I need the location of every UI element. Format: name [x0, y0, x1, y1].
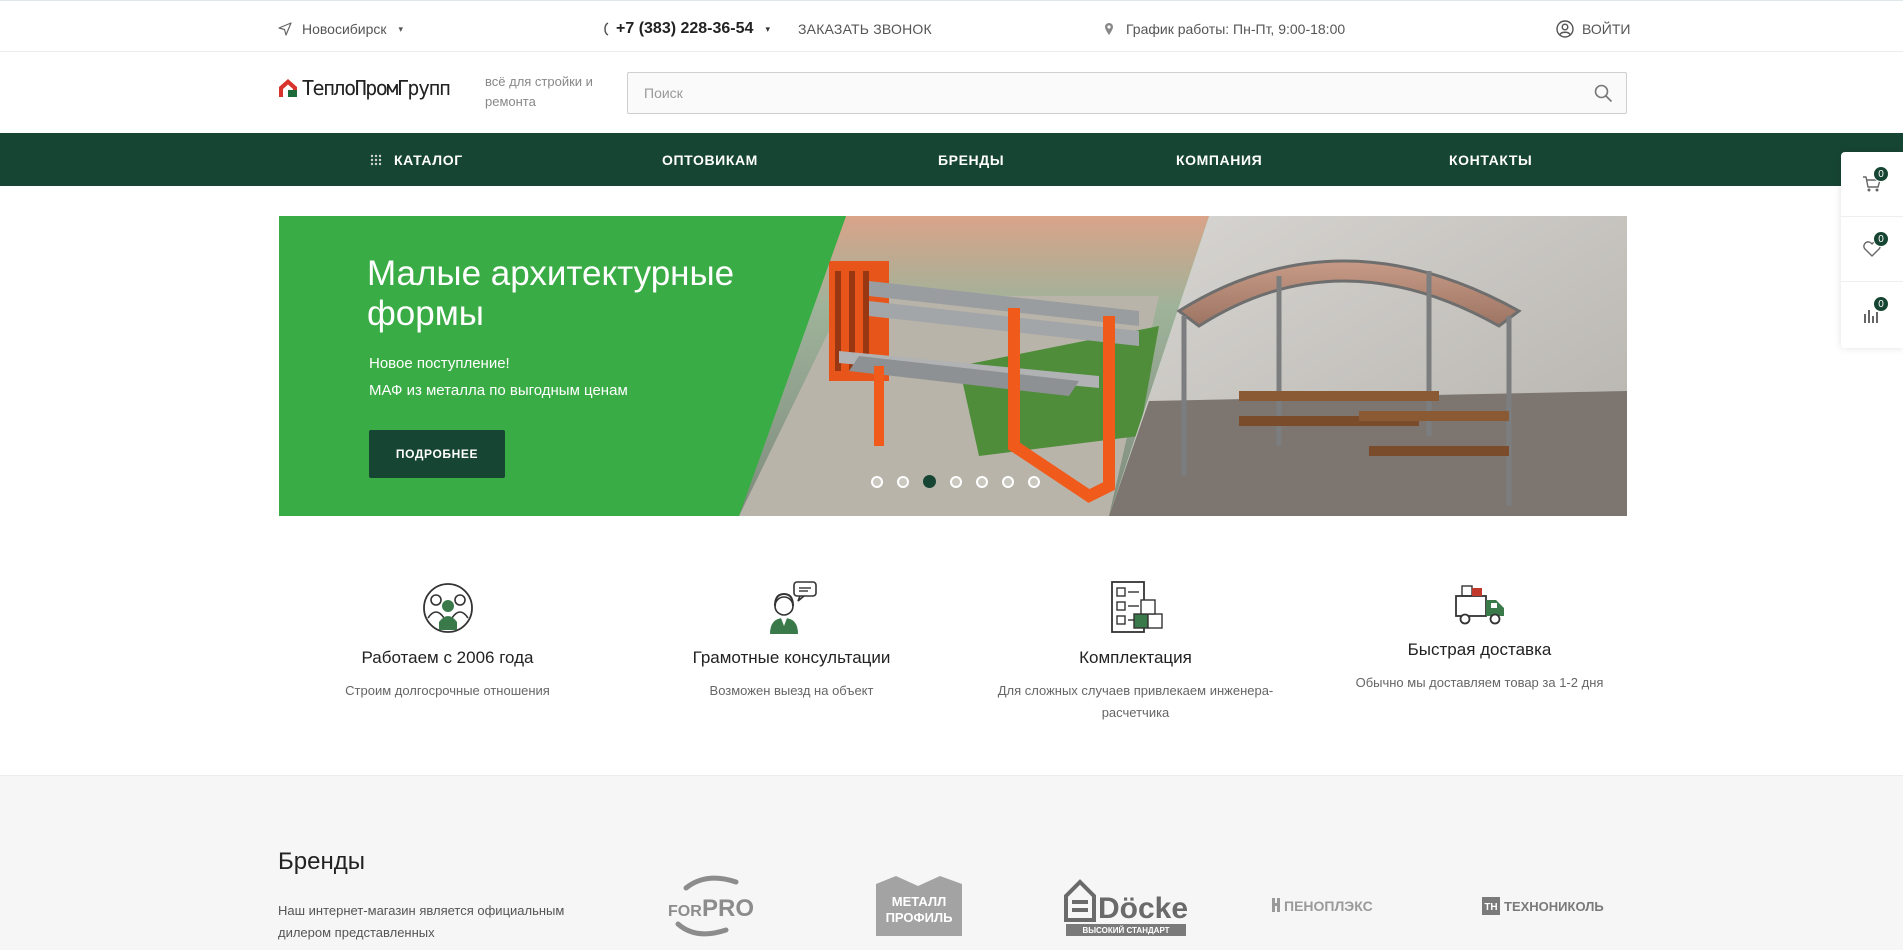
banner-line-1: Новое поступление!	[369, 355, 510, 372]
hero-banner[interactable]: Малые архитектурные формы Новое поступле…	[279, 216, 1627, 516]
slider-dot[interactable]	[976, 475, 988, 488]
phone-block[interactable]: +7 (383) 228-36-54 ▾	[602, 6, 770, 52]
search-icon[interactable]	[1594, 84, 1612, 102]
city-selector[interactable]: Новосибирск ▾	[278, 6, 403, 52]
nav-brands[interactable]: БРЕНДЫ	[938, 133, 1004, 186]
page: Новосибирск ▾ +7 (383) 228-36-54 ▾ ЗАКАЗ…	[0, 0, 1903, 950]
slider-dot[interactable]	[923, 475, 936, 488]
brands-section: Бренды Наш интернет-магазин является офи…	[0, 775, 1903, 950]
favorites-count-badge: 0	[1873, 231, 1889, 247]
tn-wordmark: ТЕХНОНИКОЛЬ	[1504, 899, 1604, 914]
location-arrow-icon	[278, 22, 292, 36]
brands-text: Наш интернет-магазин является официальны…	[278, 903, 565, 940]
feature-experience: Работаем с 2006 года Строим долгосрочные…	[279, 580, 616, 702]
penoplex-logo: ПЕНОПЛЭКС	[1272, 898, 1373, 914]
city-name: Новосибирск	[302, 21, 387, 37]
main-nav: КАТАЛОГ ОПТОВИКАМ БРЕНДЫ КОМПАНИЯ КОНТАК…	[0, 133, 1903, 186]
logo-text: ТеплоПромГрупп	[302, 76, 451, 100]
nav-wholesale[interactable]: ОПТОВИКАМ	[662, 133, 758, 186]
forpro-logo: FOR PRO	[668, 875, 754, 937]
team-icon	[422, 583, 473, 633]
grid-dots-icon	[370, 154, 382, 165]
banner-line-2: МАФ из металла по выгодным ценам	[369, 382, 628, 399]
brand-technonicol-logo[interactable]: TH ТЕХНОНИКОЛЬ	[1480, 871, 1604, 941]
consultant-icon	[769, 581, 817, 634]
search-box	[627, 72, 1627, 114]
favorites-button[interactable]: 0	[1841, 217, 1903, 282]
cart-count-badge: 0	[1873, 166, 1889, 182]
map-pin-icon	[1105, 23, 1113, 35]
forpro-a: FOR	[668, 903, 702, 920]
feature-title: Комплектация	[1079, 648, 1192, 667]
forpro-b: PRO	[702, 895, 754, 922]
working-hours-text: График работы: Пн-Пт, 9:00-18:00	[1126, 21, 1346, 37]
user-circle-icon	[1556, 20, 1574, 38]
checklist-icon	[1110, 581, 1163, 633]
penoplex-wordmark: ПЕНОПЛЭКС	[1284, 898, 1373, 914]
feature-desc: Для сложных случаев привлекаем инженера-…	[997, 683, 1274, 720]
banner-more-button[interactable]: ПОДРОБНЕЕ	[369, 430, 505, 478]
metall-a: МЕТАЛЛ	[892, 894, 946, 909]
nav-catalog[interactable]: КАТАЛОГ	[370, 133, 463, 186]
docke-wordmark: Döcke	[1098, 892, 1188, 925]
slogan: всё для стройки и ремонта	[485, 74, 593, 109]
compare-count-badge: 0	[1873, 296, 1889, 312]
slider-dot[interactable]	[1028, 475, 1040, 488]
brands-title: Бренды	[278, 848, 365, 875]
feature-title: Работаем с 2006 года	[361, 648, 534, 667]
slider-dot[interactable]	[897, 475, 909, 488]
working-hours: График работы: Пн-Пт, 9:00-18:00	[1104, 6, 1345, 52]
login-button[interactable]: ВОЙТИ	[1556, 6, 1630, 52]
cart-button[interactable]: 0	[1841, 152, 1903, 217]
svg-text:TH: TH	[1484, 902, 1497, 913]
nav-contacts[interactable]: КОНТАКТЫ	[1449, 133, 1532, 186]
compare-button[interactable]: 0	[1841, 282, 1903, 347]
feature-title: Быстрая доставка	[1407, 640, 1552, 659]
site-logo[interactable]: ТеплоПромГрупп	[278, 76, 451, 100]
brand-forpro-logo[interactable]: FOR PRO	[666, 871, 756, 941]
brand-docke-logo[interactable]: Döcke ВЫСОКИЙ СТАНДАРТ	[1064, 871, 1188, 941]
metallprofil-logo: МЕТАЛЛ ПРОФИЛЬ	[876, 876, 962, 936]
feature-desc: Обычно мы доставляем товар за 1-2 дня	[1355, 675, 1604, 690]
feature-consult: Грамотные консультации Возможен выезд на…	[623, 580, 960, 702]
brand-metallprofil-logo[interactable]: МЕТАЛЛ ПРОФИЛЬ	[874, 871, 964, 941]
features: Работаем с 2006 года Строим долгосрочные…	[279, 580, 1627, 730]
truck-icon	[1454, 585, 1504, 625]
docke-sub: ВЫСОКИЙ СТАНДАРТ	[1082, 926, 1169, 935]
feature-kit: Комплектация Для сложных случаев привлек…	[967, 580, 1304, 724]
slider-dots	[871, 475, 1040, 488]
side-panel: 0 0 0	[1841, 152, 1903, 348]
banner-text: Новое поступление! МАФ из металла по выг…	[369, 350, 628, 404]
phone-icon	[604, 22, 609, 36]
header: ТеплоПромГрупп всё для стройки и ремонта	[0, 52, 1903, 133]
feature-desc: Строим долгосрочные отношения	[345, 683, 550, 698]
feature-delivery: Быстрая доставка Обычно мы доставляем то…	[1311, 580, 1648, 694]
slider-dot[interactable]	[1002, 475, 1014, 488]
docke-logo: Döcke ВЫСОКИЙ СТАНДАРТ	[1064, 879, 1188, 936]
house-logo-icon	[279, 79, 297, 97]
technonicol-logo: TH ТЕХНОНИКОЛЬ	[1482, 897, 1604, 915]
callback-link[interactable]: ЗАКАЗАТЬ ЗВОНОК	[798, 6, 932, 52]
login-label: ВОЙТИ	[1582, 21, 1631, 37]
nav-company[interactable]: КОМПАНИЯ	[1176, 133, 1262, 186]
nav-catalog-label: КАТАЛОГ	[394, 151, 463, 168]
metall-b: ПРОФИЛЬ	[886, 910, 953, 925]
chevron-down-icon[interactable]: ▾	[765, 24, 770, 35]
banner-title: Малые архитектурные формы	[367, 254, 735, 333]
chevron-down-icon: ▾	[398, 23, 404, 34]
slider-dot[interactable]	[871, 475, 883, 488]
phone-number[interactable]: +7 (383) 228-36-54	[616, 20, 753, 38]
slider-dot[interactable]	[950, 475, 962, 488]
feature-title: Грамотные консультации	[692, 648, 891, 667]
brand-penoplex-logo[interactable]: ПЕНОПЛЭКС	[1270, 871, 1394, 941]
search-input[interactable]	[628, 73, 1568, 113]
feature-desc: Возможен выезд на объект	[709, 683, 874, 698]
top-bar: Новосибирск ▾ +7 (383) 228-36-54 ▾ ЗАКАЗ…	[0, 6, 1903, 52]
